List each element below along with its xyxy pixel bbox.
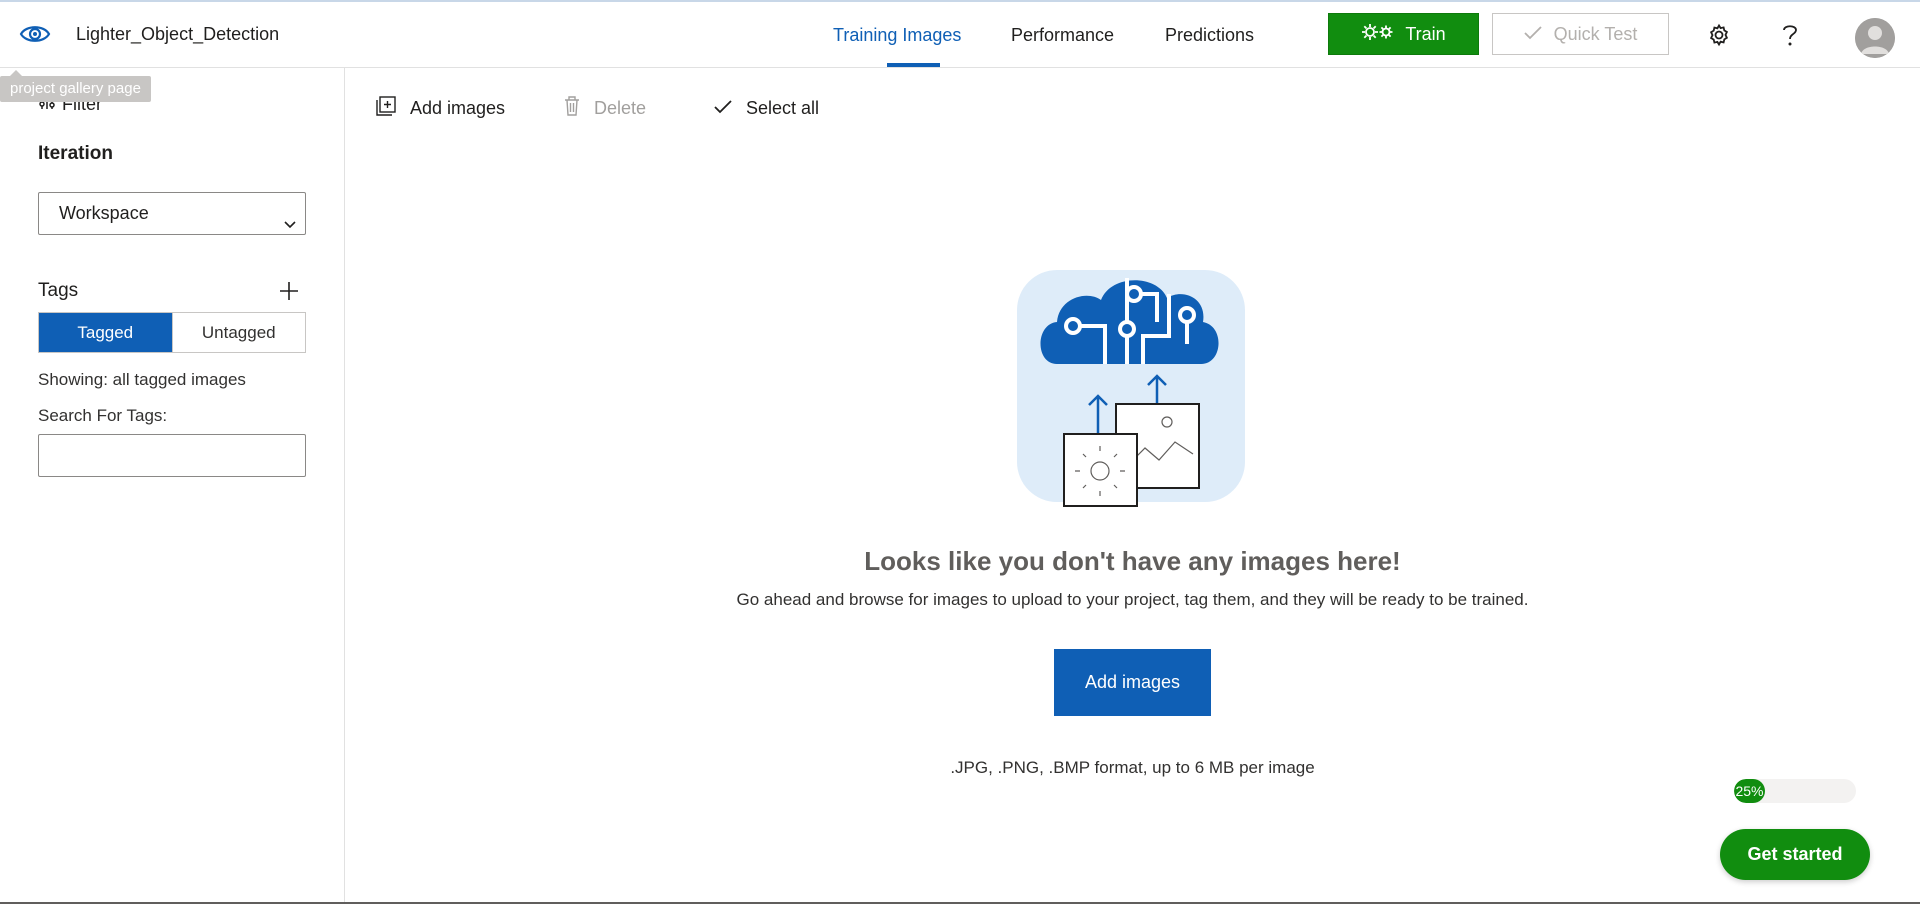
tab-training-images[interactable]: Training Images [833, 2, 961, 68]
top-navigation-bar: Lighter_Object_Detection Training Images… [0, 0, 1920, 68]
sidebar: Filter Iteration Workspace Tags Tagged U… [0, 68, 345, 904]
tagged-toggle[interactable]: Tagged [39, 313, 172, 352]
iteration-title: Iteration [38, 143, 113, 164]
add-images-button[interactable]: Add images [1054, 649, 1211, 716]
tab-performance[interactable]: Performance [1011, 2, 1114, 68]
train-button[interactable]: Train [1328, 13, 1479, 55]
trash-icon [564, 95, 580, 121]
showing-status: Showing: all tagged images [38, 370, 246, 389]
iteration-selected-value: Workspace [59, 203, 149, 223]
quick-test-button[interactable]: Quick Test [1492, 13, 1669, 55]
chevron-down-icon [283, 206, 297, 247]
eye-icon[interactable] [18, 20, 52, 48]
select-all-label: Select all [746, 97, 820, 118]
onboarding-progress-bar: 25% [1734, 779, 1856, 803]
delete-button[interactable]: Delete [564, 95, 646, 121]
add-images-label: Add images [410, 97, 506, 118]
tooltip: project gallery page [0, 70, 151, 102]
question-icon[interactable] [1774, 19, 1806, 51]
user-avatar-icon[interactable] [1855, 18, 1895, 58]
train-label: Train [1405, 23, 1446, 44]
search-tags-label: Search For Tags: [38, 406, 168, 425]
tab-predictions[interactable]: Predictions [1165, 2, 1254, 68]
active-tab-indicator [887, 63, 940, 67]
tags-title: Tags [38, 280, 79, 301]
get-started-button[interactable]: Get started [1720, 829, 1870, 880]
project-name[interactable]: Lighter_Object_Detection [76, 24, 279, 45]
check-icon [714, 98, 732, 119]
select-all-button[interactable]: Select all [714, 95, 819, 121]
add-image-icon [376, 95, 396, 121]
plus-icon[interactable] [276, 278, 302, 304]
upload-illustration [1017, 264, 1249, 511]
untagged-toggle[interactable]: Untagged [171, 313, 305, 352]
delete-label: Delete [594, 97, 647, 118]
add-images-toolbar-button[interactable]: Add images [376, 95, 505, 121]
check-icon [1524, 24, 1542, 45]
iteration-select[interactable]: Workspace [38, 192, 306, 235]
onboarding-progress-fill: 25% [1734, 779, 1765, 803]
gear-icon[interactable] [1703, 19, 1735, 51]
gears-icon [1361, 22, 1395, 47]
empty-state-subtitle: Go ahead and browse for images to upload… [736, 590, 1529, 609]
empty-state-title: Looks like you don't have any images her… [864, 546, 1401, 576]
quick-test-label: Quick Test [1553, 23, 1638, 44]
search-tags-input[interactable] [38, 434, 306, 477]
tag-filter-toggle: Tagged Untagged [38, 312, 306, 353]
supported-formats-note: .JPG, .PNG, .BMP format, up to 6 MB per … [950, 758, 1315, 777]
